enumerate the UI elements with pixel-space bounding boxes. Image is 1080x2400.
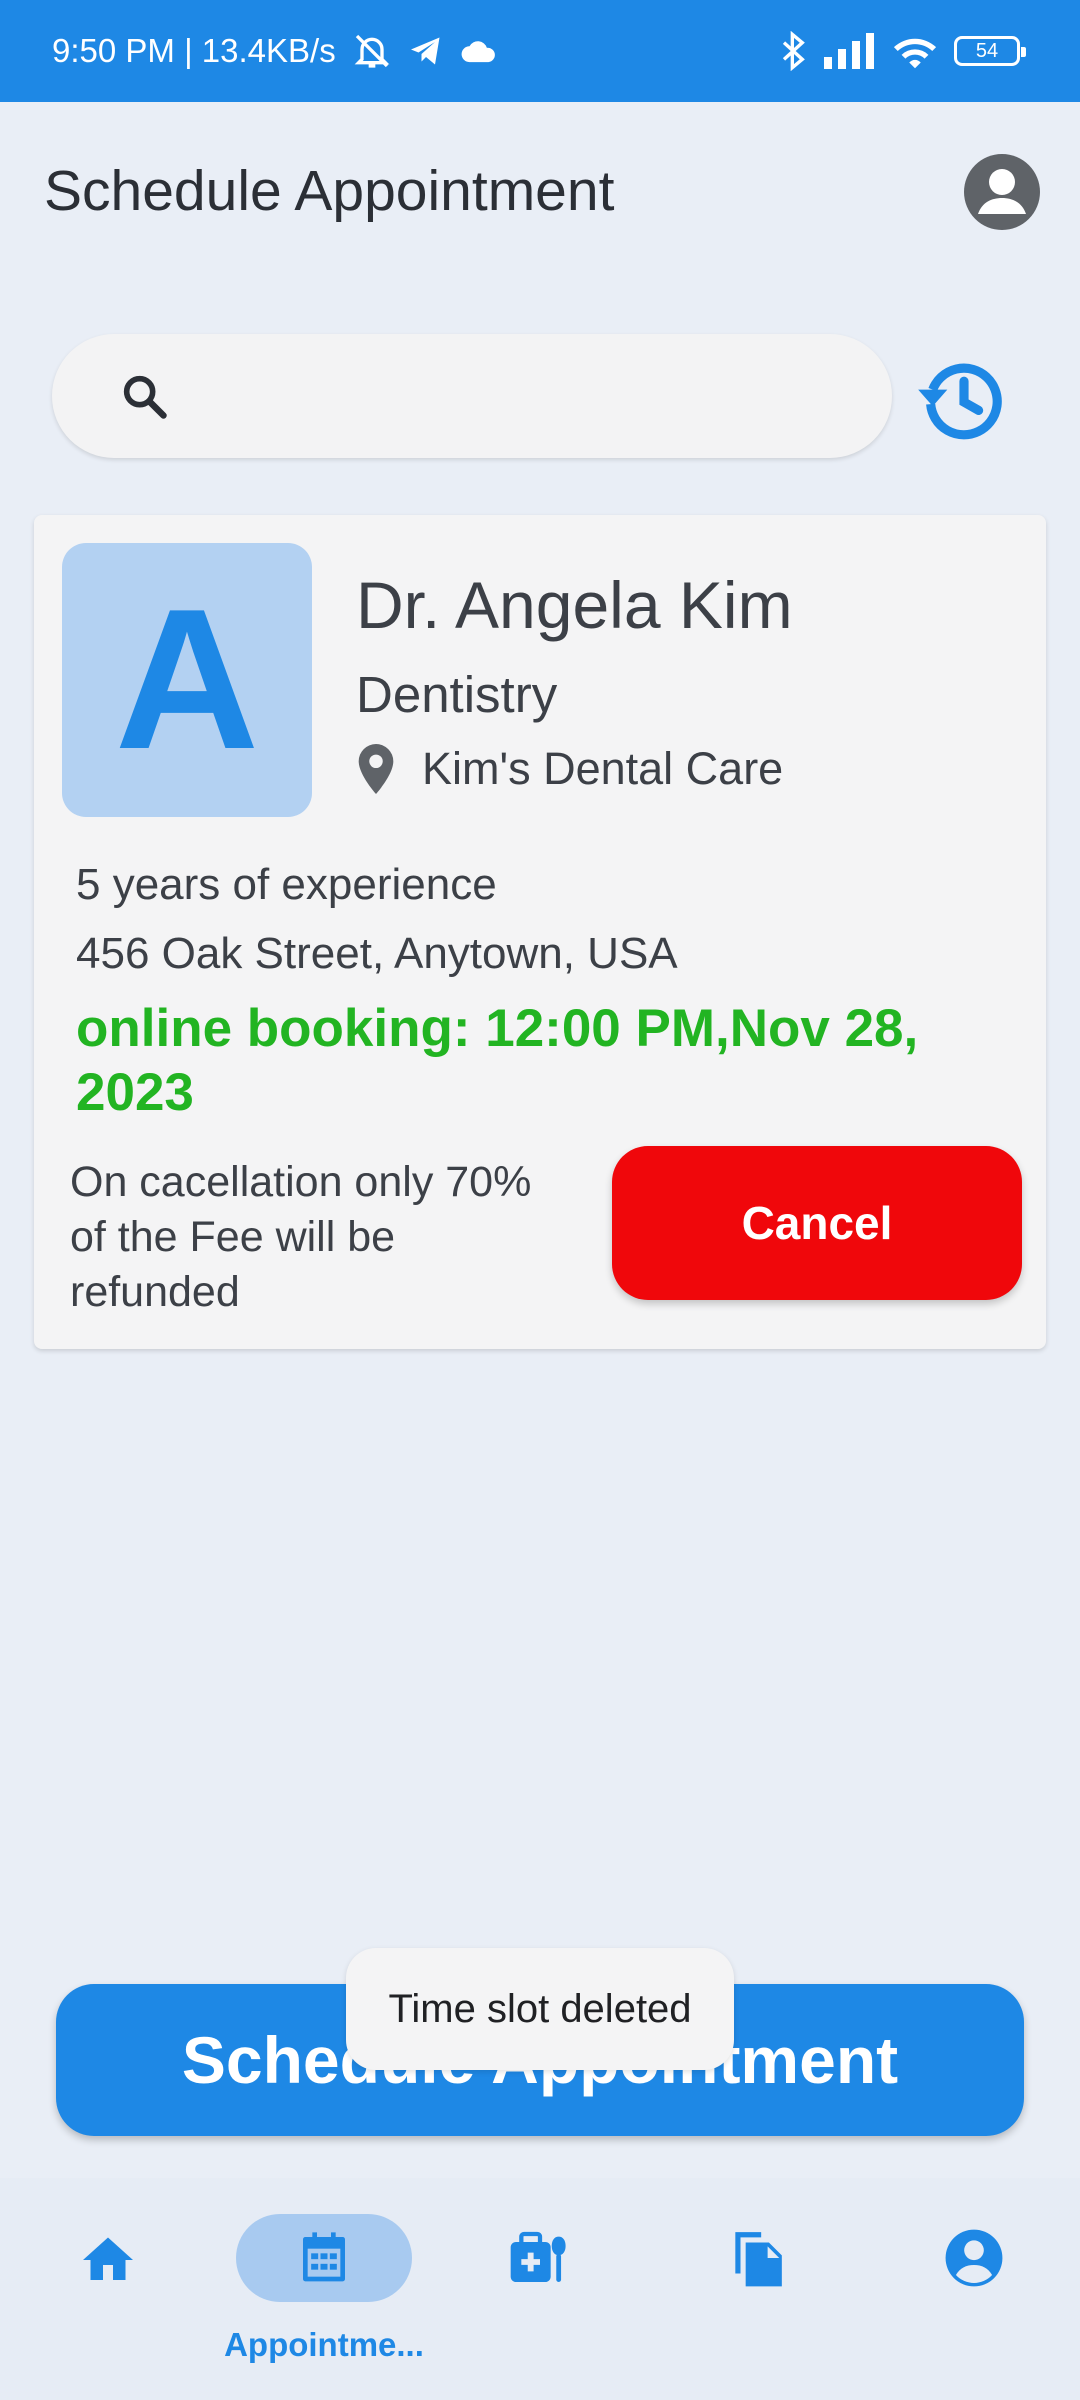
doctor-card: A Dr. Angela Kim Dentistry Kim's Dental … [34,515,1046,1349]
home-icon [83,2237,133,2280]
doctor-clinic: Kim's Dental Care [356,743,783,795]
status-left: 9:50 PM | 13.4KB/s [52,31,498,71]
doctor-address: 456 Oak Street, Anytown, USA [76,929,678,978]
doctor-experience: 5 years of experience [76,860,497,909]
calendar-icon [303,2232,345,2282]
nav-appointments-label[interactable]: Appointme... [204,2326,444,2364]
battery-icon: 54 [954,36,1026,66]
doctor-specialty: Dentistry [356,666,558,723]
signal-icon [824,33,874,69]
nav-appointments[interactable] [236,2214,412,2302]
doctor-name: Dr. Angela Kim [356,568,793,642]
cloud-icon [461,41,495,63]
account-icon [978,169,1026,214]
telegram-icon [410,37,440,65]
mute-icon [354,34,390,68]
account-circle-icon [945,2229,1003,2287]
toast-message: Time slot deleted [346,1948,734,2070]
search-icon [123,375,167,419]
page-title: Schedule Appointment [44,159,615,223]
location-pin-icon [358,744,394,794]
profile-avatar[interactable] [964,154,1040,230]
booking-status: online booking: 12:00 PM,Nov 28, 2023 [76,999,919,1122]
clinic-name: Kim's Dental Care [422,743,784,794]
nav-home[interactable] [72,2224,144,2296]
nav-profile[interactable] [938,2222,1010,2294]
status-right: 54 [780,31,1028,71]
battery-level: 54 [975,39,999,62]
search-bar[interactable] [52,334,892,458]
refund-note: On cacellation only 70% of the Fee will … [70,1158,532,1316]
medical-bag-icon [510,2231,566,2282]
status-time: 9:50 PM | 13.4KB/s [52,32,336,69]
cancel-button[interactable]: Cancel [612,1146,1022,1300]
wifi-icon [893,38,937,69]
bottom-navigation: Appointme... [0,2178,1080,2400]
nav-documents[interactable] [720,2222,792,2294]
history-button[interactable] [914,350,1014,450]
history-icon [918,363,1002,440]
nav-medical[interactable] [504,2222,576,2294]
doctor-avatar: A [62,543,312,817]
bluetooth-icon [782,31,805,71]
documents-icon [735,2232,782,2287]
status-bar: 9:50 PM | 13.4KB/s 54 [0,0,1080,102]
search-input[interactable] [194,375,892,417]
